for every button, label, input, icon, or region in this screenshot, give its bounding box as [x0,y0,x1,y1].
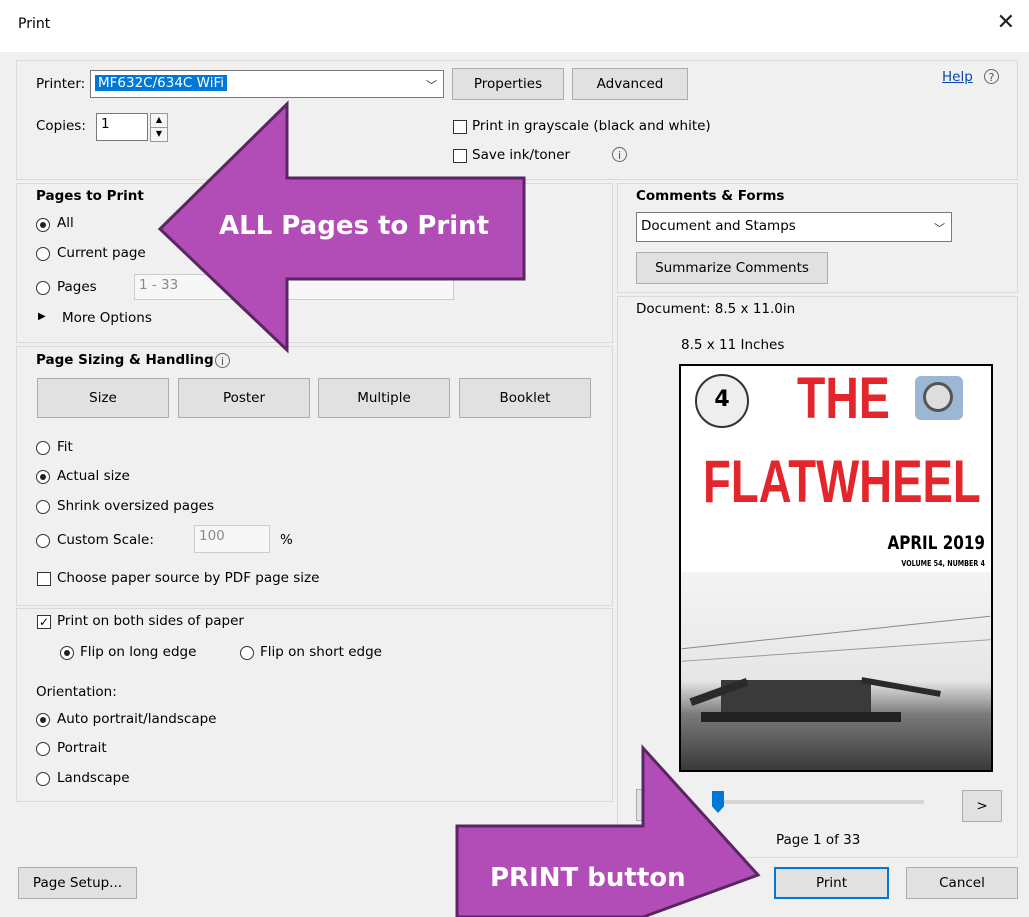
annotation-all-pages: ALL Pages to Print [219,211,490,241]
annotation-overlay [157,100,761,917]
annotation-print-button: PRINT button [490,863,686,893]
